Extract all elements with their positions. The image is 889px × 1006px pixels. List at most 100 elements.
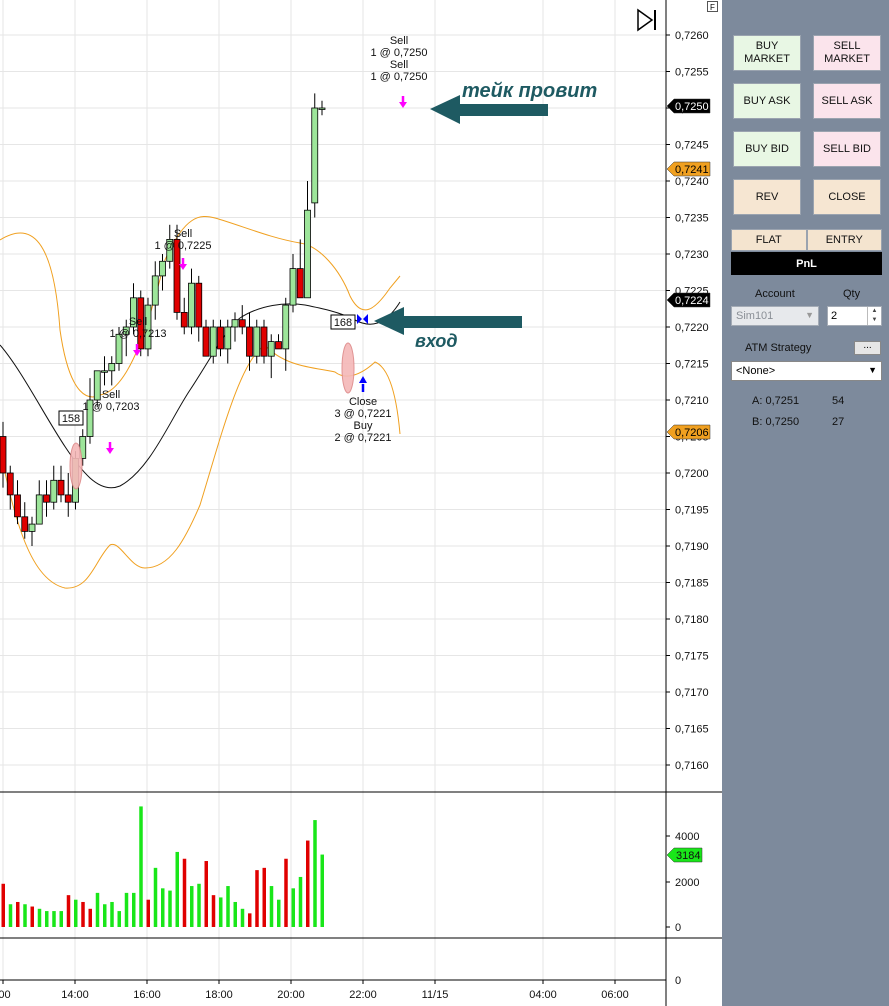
execution-label: 1 @ 0,7203 bbox=[82, 401, 139, 413]
candle-body bbox=[304, 209, 311, 299]
volume-bar bbox=[168, 890, 172, 927]
bid-size: 27 bbox=[832, 416, 845, 428]
buy-market-label: BUY MARKET bbox=[744, 40, 790, 65]
chart-area[interactable]: Sell1 @ 0,7203Sell1 @ 0,7213Sell1 @ 0,72… bbox=[0, 0, 722, 1006]
price-tick-label: 0,7175 bbox=[675, 651, 709, 663]
candle-body bbox=[260, 326, 268, 357]
volume-bar bbox=[211, 895, 216, 927]
volume-bar bbox=[190, 886, 194, 927]
quantity-stepper[interactable]: 2 ▲ ▼ bbox=[827, 306, 882, 326]
candle-body bbox=[267, 341, 275, 357]
volume-bar bbox=[146, 899, 150, 927]
account-select[interactable]: Sim101 ▼ bbox=[731, 306, 819, 326]
execution-label: Sell bbox=[129, 316, 147, 328]
chevron-down-icon: ▼ bbox=[805, 310, 814, 320]
spin-arrows-icon[interactable]: ▲ ▼ bbox=[867, 307, 881, 325]
entry-button[interactable]: ENTRY bbox=[806, 229, 882, 251]
ask-size: 54 bbox=[832, 395, 845, 407]
close-button[interactable]: CLOSE bbox=[813, 179, 881, 215]
chart-format-button[interactable]: F bbox=[707, 1, 718, 12]
price-tick-label: 0,7195 bbox=[675, 505, 709, 517]
volume-bar bbox=[95, 892, 100, 927]
volume-bar bbox=[182, 858, 187, 927]
candle-body bbox=[282, 304, 290, 350]
volume-series bbox=[1, 806, 324, 927]
flat-button[interactable]: FLAT bbox=[731, 229, 807, 251]
price-tick-label: 0,7240 bbox=[675, 176, 709, 188]
volume-bar bbox=[269, 886, 274, 927]
buy-bid-button[interactable]: BUY BID bbox=[733, 131, 801, 167]
entry-highlight bbox=[69, 442, 83, 490]
sell-market-button[interactable]: SELL MARKET bbox=[813, 35, 881, 71]
time-tick-label: 14:00 bbox=[61, 989, 89, 1001]
volume-bar bbox=[45, 911, 49, 927]
volume-bar bbox=[306, 840, 310, 927]
volume-bar bbox=[81, 901, 85, 927]
sell-ask-button[interactable]: SELL ASK bbox=[813, 83, 881, 119]
volume-bar bbox=[74, 899, 78, 927]
execution-label: 1 @ 0,7250 bbox=[370, 71, 427, 83]
sell-bid-button[interactable]: SELL BID bbox=[813, 131, 881, 167]
account-value: Sim101 bbox=[736, 310, 774, 322]
volume-bar bbox=[88, 908, 92, 927]
annotation-take-profit: тейк провит bbox=[462, 80, 597, 102]
ask-price: A: 0,7251 bbox=[752, 395, 800, 407]
execution-label: Sell bbox=[390, 59, 408, 71]
execution-label: Sell bbox=[390, 35, 408, 47]
price-marker-label: 0,7241 bbox=[675, 164, 709, 176]
price-tick-label: 0,7190 bbox=[675, 541, 709, 553]
time-tick-label: 22:00 bbox=[349, 989, 377, 1001]
buy-market-button[interactable]: BUY MARKET bbox=[733, 35, 801, 71]
lower-panel-tick-label: 0 bbox=[675, 975, 681, 987]
time-tick-label: 06:00 bbox=[601, 989, 629, 1001]
time-tick-label: 11/15 bbox=[422, 989, 449, 1001]
candle-body bbox=[296, 268, 304, 299]
atm-strategy-label: ATM Strategy bbox=[745, 342, 812, 354]
candle-body bbox=[6, 472, 14, 496]
time-tick-label: :00 bbox=[0, 989, 11, 1001]
execution-label: 1 @ 0,7225 bbox=[154, 240, 211, 252]
volume-bar bbox=[219, 897, 223, 927]
account-label: Account bbox=[755, 288, 795, 300]
bollinger-lower-band bbox=[0, 344, 401, 589]
atm-strategy-browse-button[interactable]: ... bbox=[854, 341, 881, 355]
candle-body bbox=[101, 370, 108, 373]
price-tick-label: 0,7170 bbox=[675, 687, 709, 699]
candle-body bbox=[35, 494, 43, 525]
candle-body bbox=[224, 326, 232, 350]
candle-body bbox=[202, 326, 210, 357]
candle-body bbox=[159, 260, 166, 277]
atm-strategy-select[interactable]: <None> ▼ bbox=[731, 361, 882, 381]
execution-label: Sell bbox=[102, 389, 120, 401]
time-tick-label: 18:00 bbox=[205, 989, 233, 1001]
annotation-entry: вход bbox=[415, 331, 458, 351]
volume-bar bbox=[37, 908, 42, 927]
price-tick-label: 0,7185 bbox=[675, 578, 709, 590]
volume-bar bbox=[197, 883, 201, 927]
volume-bar bbox=[59, 911, 63, 927]
candle-body bbox=[14, 494, 21, 518]
price-tick-label: 0,7260 bbox=[675, 30, 709, 42]
candle-body bbox=[64, 494, 72, 503]
time-tick-label: 04:00 bbox=[529, 989, 557, 1001]
rev-button[interactable]: REV bbox=[733, 179, 801, 215]
candle-body bbox=[57, 479, 65, 496]
volume-bar bbox=[66, 895, 71, 927]
volume-bar bbox=[277, 899, 281, 927]
candle-body bbox=[289, 268, 297, 306]
candle-body bbox=[180, 311, 188, 328]
pnl-display[interactable]: PnL bbox=[731, 252, 882, 275]
price-tick-label: 0,7255 bbox=[675, 67, 709, 79]
price-tick-label: 0,7215 bbox=[675, 359, 709, 371]
sell-market-label: SELL MARKET bbox=[824, 40, 870, 65]
candle-body bbox=[231, 319, 239, 328]
volume-bar bbox=[132, 892, 136, 927]
volume-marker-label: 3184 bbox=[676, 850, 700, 862]
candle-body bbox=[108, 363, 116, 372]
bar-counter: 168 bbox=[334, 317, 352, 329]
candle-body bbox=[238, 319, 246, 328]
bid-price: B: 0,7250 bbox=[752, 416, 800, 428]
buy-arrow-icon bbox=[359, 376, 367, 392]
volume-bar bbox=[204, 861, 208, 927]
buy-ask-button[interactable]: BUY ASK bbox=[733, 83, 801, 119]
